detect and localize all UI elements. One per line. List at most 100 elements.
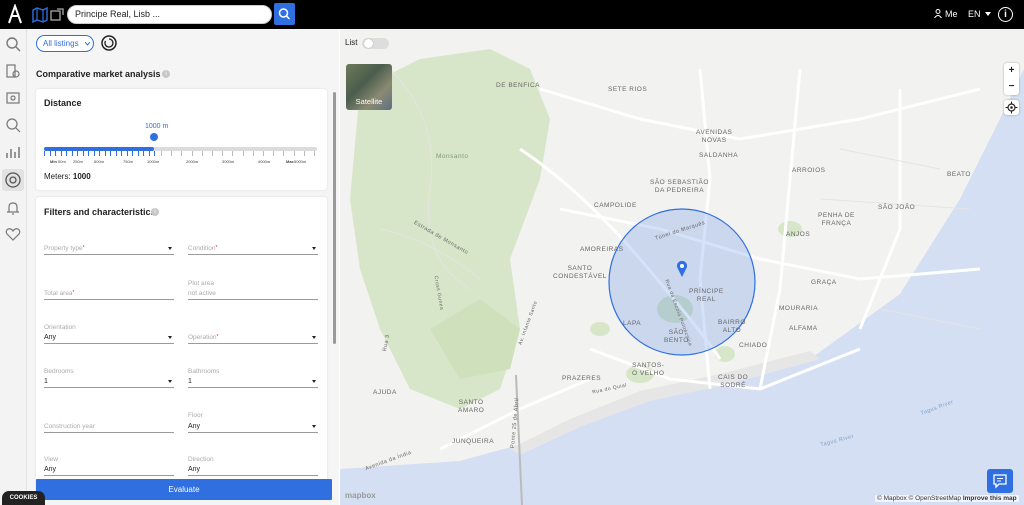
map-label: SETE RIOS xyxy=(608,86,648,93)
map-label: BAIRRO ALTO xyxy=(718,319,746,334)
refresh-icon[interactable] xyxy=(100,34,118,52)
satellite-view-button[interactable]: Satellite xyxy=(346,64,392,110)
map-label: ANJOS xyxy=(786,231,811,238)
slider-tick-label: 2000m xyxy=(186,159,199,164)
evaluate-button[interactable]: Evaluate xyxy=(36,479,332,500)
user-menu-label[interactable]: Me xyxy=(945,9,958,19)
attribution-text[interactable]: © Mapbox © OpenStreetMap xyxy=(877,495,961,502)
slider-tick-label: 500m xyxy=(94,159,105,164)
slider-tick xyxy=(232,151,234,156)
distance-title: Distance xyxy=(44,98,82,108)
building-search-icon[interactable] xyxy=(4,62,22,80)
info-icon[interactable]: i xyxy=(151,208,159,216)
map-label: BEATO xyxy=(947,171,971,178)
chevron-down-icon xyxy=(312,380,316,383)
slider-tick xyxy=(148,151,150,156)
view-value: Any xyxy=(44,466,57,473)
floor-value: Any xyxy=(188,423,201,430)
chevron-down-icon xyxy=(312,425,316,428)
improve-map-link[interactable]: Improve this map xyxy=(963,495,1017,502)
app-logo-icon[interactable] xyxy=(8,4,22,24)
slider-tick xyxy=(60,151,62,156)
valuation-icon[interactable] xyxy=(4,89,22,107)
top-bar: Principe Real, Lisb ... Me EN i xyxy=(0,0,1024,29)
map-label: Monsanto xyxy=(436,153,469,160)
slider-tick xyxy=(293,151,295,156)
map-label: AVENIDAS NOVAS xyxy=(696,129,733,144)
distance-card: Distance 1000 m Min 50m 250m 500m 750m 1000m 2… xyxy=(36,89,327,190)
slider-tick xyxy=(104,151,106,156)
view-select[interactable]: Any xyxy=(44,464,174,476)
chat-button[interactable] xyxy=(987,469,1013,493)
slider-tick-label: 5000m xyxy=(294,159,307,164)
mapbox-logo[interactable]: mapbox xyxy=(345,491,376,500)
slider-tick xyxy=(110,151,111,156)
toggle-knob xyxy=(364,39,373,48)
construction-year-label: Construction year xyxy=(44,423,95,430)
condition-select[interactable]: Condition* xyxy=(188,243,318,255)
cma-nav-item[interactable] xyxy=(2,169,24,191)
total-area-input[interactable]: Total area* xyxy=(44,288,174,300)
meters-label: Meters: xyxy=(44,172,71,181)
bedrooms-select[interactable]: 1 xyxy=(44,376,174,388)
chart-icon[interactable] xyxy=(4,143,22,161)
map-label: CHIADO xyxy=(739,342,768,349)
floor-select[interactable]: Any xyxy=(188,421,318,433)
bedrooms-label: Bedrooms xyxy=(44,368,74,375)
locate-button[interactable] xyxy=(1004,100,1019,115)
info-button[interactable]: i xyxy=(998,7,1013,22)
zoom-out-button[interactable]: − xyxy=(1004,79,1019,95)
slider-tick-label: 750m xyxy=(123,159,134,164)
target-icon xyxy=(5,172,21,188)
info-icon[interactable]: i xyxy=(162,70,170,78)
map-label: JUNQUEIRA xyxy=(452,438,495,445)
slider-tick xyxy=(137,151,139,156)
map-label: PRÍNCIPE REAL xyxy=(689,288,724,303)
draw-area-icon[interactable] xyxy=(48,6,66,24)
cma-panel: All listings Comparative market analysis… xyxy=(27,29,339,505)
listings-filter-dropdown[interactable]: All listings xyxy=(36,35,94,52)
direction-select[interactable]: Any xyxy=(188,464,318,476)
plot-area-label: Plot area xyxy=(188,280,215,287)
map-label: AJUDA xyxy=(373,389,397,396)
operation-select[interactable]: Operation* xyxy=(188,332,318,344)
orientation-select[interactable]: Any xyxy=(44,332,174,344)
map-label: MOURARIA xyxy=(779,305,819,312)
panel-scrollbar[interactable] xyxy=(333,92,336,344)
slider-tick xyxy=(263,151,264,156)
slider-tick-label: 250m xyxy=(73,159,84,164)
user-icon[interactable] xyxy=(934,9,942,18)
slider-tick xyxy=(212,151,213,156)
bathrooms-select[interactable]: 1 xyxy=(188,376,318,388)
chevron-down-icon xyxy=(985,12,991,16)
language-selector[interactable]: EN xyxy=(968,9,981,19)
zoom-controls: + − xyxy=(1004,63,1019,95)
search-button[interactable] xyxy=(274,3,295,25)
location-pin-icon[interactable] xyxy=(676,260,688,278)
analytics-search-icon[interactable] xyxy=(4,116,22,134)
search-icon[interactable] xyxy=(4,35,22,53)
operation-label: Operation xyxy=(188,334,217,341)
map-view[interactable]: DE BENFICA SETE RIOS AVENIDAS NOVAS SALD… xyxy=(340,29,1024,505)
cookies-button[interactable]: COOKIES xyxy=(2,491,45,505)
property-type-label: Property type xyxy=(44,245,83,252)
map-view-icon[interactable] xyxy=(31,6,49,24)
list-toggle-switch[interactable] xyxy=(362,38,389,49)
plot-area-input[interactable]: not active xyxy=(188,288,318,300)
bathrooms-value: 1 xyxy=(188,378,192,385)
map-label: CAMPOLIDE xyxy=(594,202,637,209)
filters-title: Filters and characteristics xyxy=(44,207,156,217)
bell-icon[interactable] xyxy=(4,199,22,217)
distance-slider-handle[interactable] xyxy=(149,132,159,142)
map-label: DE BENFICA xyxy=(496,82,541,89)
heart-icon[interactable] xyxy=(4,225,22,243)
construction-year-input[interactable]: Construction year xyxy=(44,421,174,433)
filters-card: Filters and characteristics i Property t… xyxy=(36,197,327,497)
chevron-down-icon xyxy=(312,247,316,250)
total-area-label: Total area xyxy=(44,290,73,297)
zoom-in-button[interactable]: + xyxy=(1004,63,1019,79)
map-label: SANTOS- O VELHO xyxy=(632,362,665,377)
property-type-select[interactable]: Property type* xyxy=(44,243,174,255)
map-label: PRAZERES xyxy=(562,375,602,382)
location-search-input[interactable]: Principe Real, Lisb ... xyxy=(67,5,272,24)
